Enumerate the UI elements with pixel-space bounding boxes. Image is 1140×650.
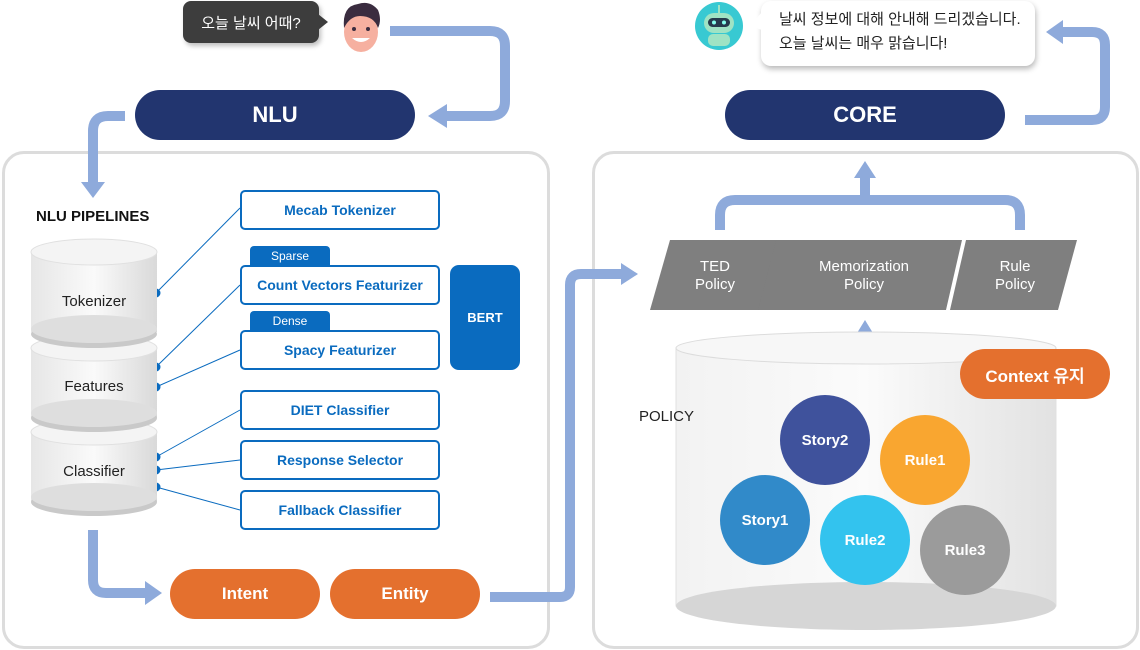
arrowhead — [428, 104, 447, 128]
ted-policy: TED Policy — [694, 258, 735, 293]
rule-policy: Rule Policy — [994, 258, 1035, 293]
fallback-classifier-box: Fallback Classifier — [240, 490, 440, 530]
layer-tokenizer: Tokenizer — [61, 293, 127, 310]
rule1-circle: Rule1 — [880, 415, 970, 505]
entity-output: Entity — [330, 569, 480, 619]
arrowhead — [145, 581, 162, 605]
nlu-pipelines-heading: NLU PIPELINES — [36, 208, 150, 225]
diet-classifier-box: DIET Classifier — [240, 390, 440, 430]
policy-label: POLICY — [639, 408, 695, 425]
arrowhead — [854, 161, 876, 178]
arrow-classifier-to-intent — [88, 530, 148, 598]
layer-features: Features — [64, 378, 124, 395]
arrow-policies-to-core — [715, 195, 1025, 230]
rule2-circle: Rule2 — [820, 495, 910, 585]
core-title: CORE — [725, 90, 1005, 140]
bert-box: BERT — [450, 265, 520, 370]
arrowhead — [621, 263, 638, 285]
bot-speech-bubble: 날씨 정보에 대해 안내해 드리겠습니다. 오늘 날씨는 매우 맑습니다! — [761, 1, 1035, 66]
nlu-title: NLU — [135, 90, 415, 140]
mecab-tokenizer-box: Mecab Tokenizer — [240, 190, 440, 230]
bot-message-line1: 날씨 정보에 대해 안내해 드리겠습니다. — [779, 11, 1021, 28]
context-badge: Context 유지 — [960, 349, 1110, 399]
spacy-featurizer-box: Spacy Featurizer — [240, 330, 440, 370]
bubble-tail — [750, 12, 762, 30]
arrow-nlu-to-pipelines — [88, 111, 125, 183]
robot-icon — [695, 2, 743, 50]
rule3-circle: Rule3 — [920, 505, 1010, 595]
dense-tag: Dense — [250, 311, 330, 331]
arrowhead — [81, 182, 105, 198]
user-message: 오늘 날씨 어때? — [201, 14, 301, 32]
bot-message-line2: 오늘 날씨는 매우 맑습니다! — [779, 35, 948, 52]
response-selector-box: Response Selector — [240, 440, 440, 480]
arrowhead — [1046, 20, 1063, 44]
intent-output: Intent — [170, 569, 320, 619]
user-speech-bubble: 오늘 날씨 어때? — [183, 1, 319, 43]
count-vectors-featurizer-box: Count Vectors Featurizer — [240, 265, 440, 305]
sparse-tag: Sparse — [250, 246, 330, 266]
user-face-icon — [343, 2, 380, 52]
arrow-core-to-bot — [1025, 27, 1110, 125]
bubble-tail — [318, 14, 328, 30]
memorization-policy: Memorization Policy — [818, 258, 910, 293]
layer-classifier: Classifier — [63, 463, 125, 480]
story1-circle: Story1 — [720, 475, 810, 565]
story2-circle: Story2 — [780, 395, 870, 485]
